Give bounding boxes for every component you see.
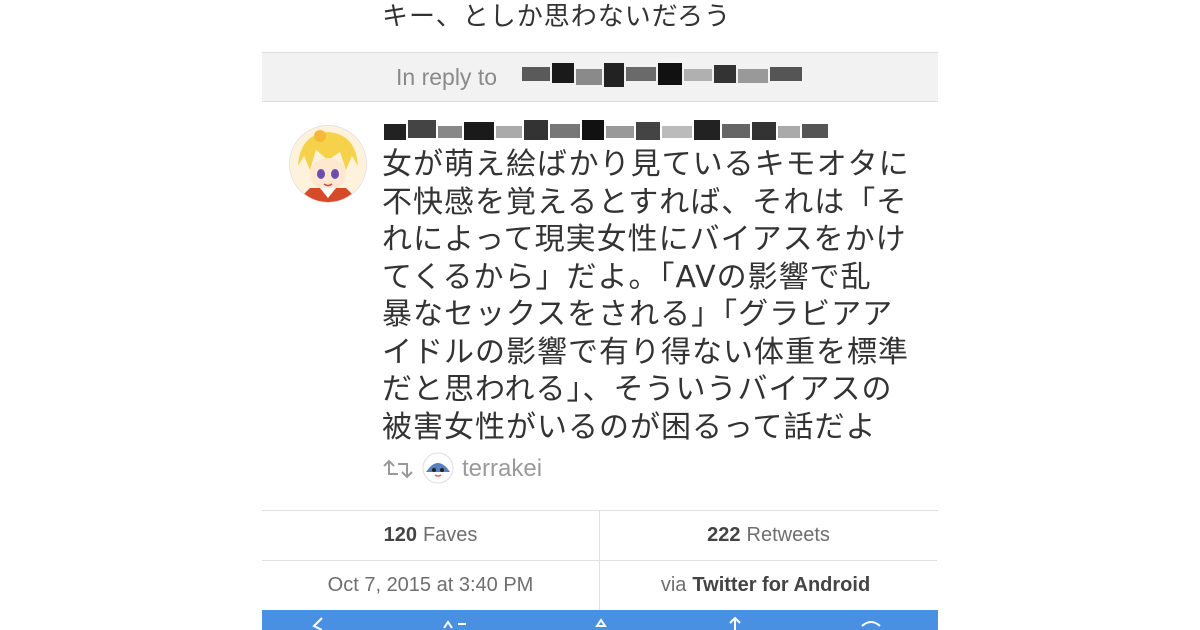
share-icon[interactable]: [722, 616, 748, 630]
retweets-count-cell[interactable]: 222 Retweets: [600, 511, 937, 561]
tweet-line: だと思われる」、そういうバイアスの: [382, 372, 893, 407]
tweet-line: 女が萌え絵ばかり見ているキモオタに: [382, 147, 910, 182]
author-avatar[interactable]: [290, 126, 366, 202]
retweeter-username[interactable]: terrakei: [462, 455, 542, 483]
via-prefix: via: [660, 574, 687, 596]
client-name: Twitter for Android: [692, 574, 871, 596]
redacted-author-name: [384, 120, 829, 144]
tweet-line: てくるから」だよ。「AVの影響で乱: [382, 259, 872, 295]
tweet-line: 不快感を覚えるとすれば、それは「そ: [382, 184, 908, 220]
timestamp-text: Oct 7, 2015 at 3:40 PM: [327, 574, 534, 596]
faves-count: 120: [383, 524, 417, 546]
tweet-line: イドルの影響で有り得ない体重を標準: [382, 334, 909, 370]
tweet-line: れによって現実女性にバイアスをかけ: [382, 222, 907, 257]
more-icon[interactable]: [858, 616, 884, 630]
retweet-action-icon[interactable]: [442, 616, 468, 630]
retweeter-avatar: [422, 452, 454, 484]
retweets-label: Retweets: [746, 524, 830, 546]
in-reply-to-bar[interactable]: In reply to: [262, 52, 938, 102]
tweet-source[interactable]: via Twitter for Android: [600, 561, 937, 610]
faves-count-cell[interactable]: 120 Faves: [262, 511, 600, 561]
faves-label: Faves: [422, 524, 478, 546]
retweet-icon: [380, 458, 416, 485]
tweet-detail-view: キー、としか思わないだろう In reply to 女が萌え絵ばかり見ているキモ…: [262, 0, 938, 630]
redacted-username: [522, 63, 807, 91]
tweet-timestamp: Oct 7, 2015 at 3:40 PM: [262, 561, 600, 610]
fave-icon[interactable]: [588, 616, 614, 630]
previous-tweet-text: キー、としか思わないだろう: [382, 2, 732, 32]
tweet-line: 被害女性がいるのが困るって話だよ: [382, 409, 877, 445]
tweet-body: 女が萌え絵ばかり見ているキモオタに 不快感を覚えるとすれば、それは「そ れによっ…: [382, 146, 922, 446]
tweet-stats: 120 Faves 222 Retweets Oct 7, 2015 at 3:…: [262, 510, 938, 611]
in-reply-to-label: In reply to: [396, 64, 497, 90]
tweet-line: 暴なセックスをされる」「グラビアア: [382, 297, 894, 332]
reply-icon[interactable]: [308, 616, 334, 630]
retweets-count: 222: [707, 524, 741, 546]
action-toolbar: [262, 610, 938, 630]
